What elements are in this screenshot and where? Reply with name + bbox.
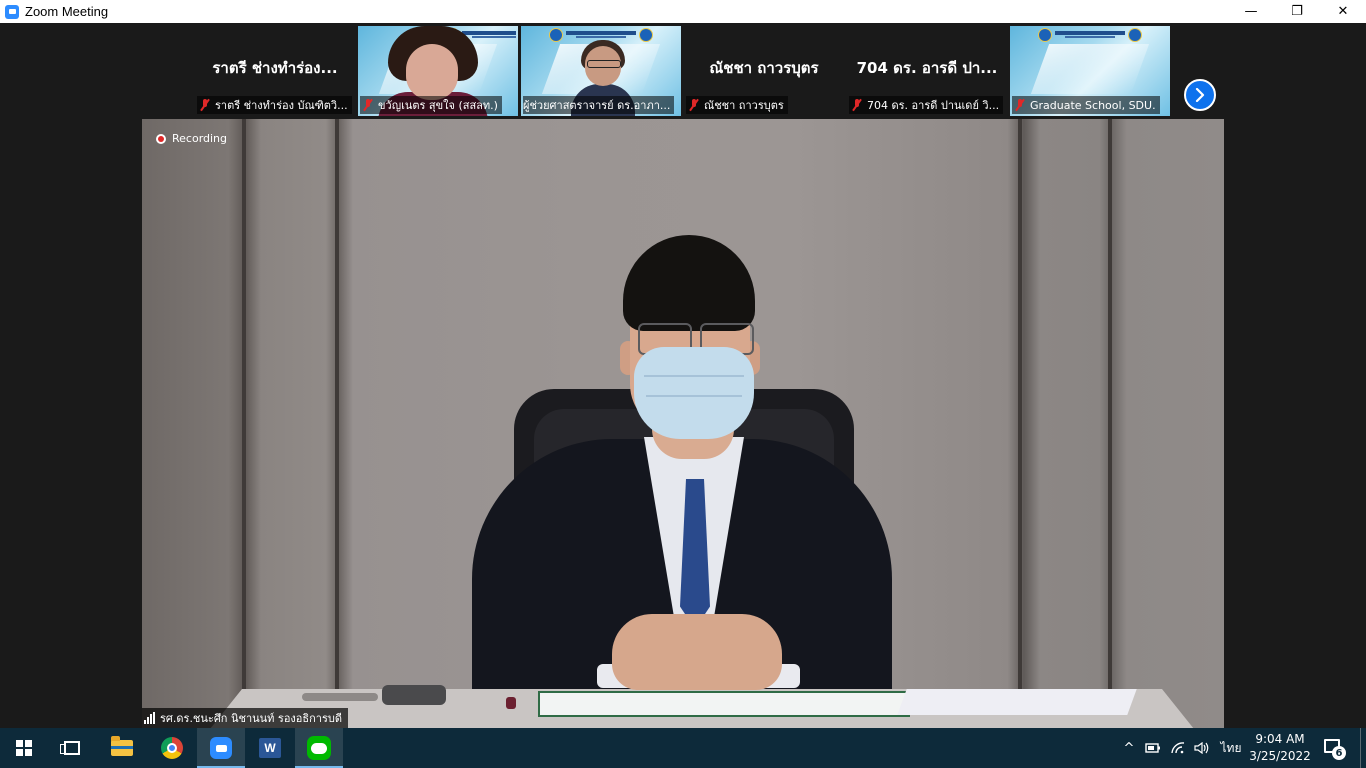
restore-button[interactable]: ❐: [1274, 0, 1320, 23]
participant-tile[interactable]: Graduate School, SDU.: [1010, 26, 1170, 116]
word-button[interactable]: W: [246, 728, 294, 768]
clock-date: 3/25/2022: [1249, 749, 1311, 763]
line-button[interactable]: [295, 728, 343, 768]
wall-panel-seam: [1018, 119, 1022, 689]
participant-tile[interactable]: ขวัญเนตร สุขใจ (สสลท.): [358, 26, 518, 116]
battery-icon[interactable]: [1143, 728, 1163, 768]
window-controls: — ❐ ✕: [1228, 0, 1366, 23]
task-view-icon: [60, 741, 80, 755]
line-app-icon: [307, 736, 331, 760]
zoom-taskbar-button[interactable]: [197, 728, 245, 768]
task-view-button[interactable]: [48, 728, 96, 768]
face-mask: [634, 347, 754, 439]
desk-item: [302, 693, 378, 701]
action-center-button[interactable]: 6: [1322, 736, 1346, 760]
participant-name: Graduate School, SDU.: [1030, 98, 1156, 112]
participant-name: ณัชชา ถาวรบุตร: [704, 99, 784, 112]
mic-muted-icon: [1015, 99, 1025, 111]
notification-count-badge: 6: [1332, 746, 1346, 760]
participant-name-label: ณัชชา ถาวรบุตร: [686, 96, 788, 114]
recording-indicator[interactable]: Recording: [156, 132, 227, 145]
participant-strip: ราตรี ช่างทำร่อง... ราตรี ช่างทำร่อง บัณ…: [0, 23, 1366, 119]
word-icon: W: [259, 738, 281, 758]
input-language-indicator[interactable]: ไทย: [1216, 728, 1246, 768]
show-hidden-icons-button[interactable]: ^: [1120, 728, 1138, 768]
title-bar: Zoom Meeting — ❐ ✕: [0, 0, 1366, 23]
folder-icon: [111, 736, 133, 756]
windows-taskbar: W ^ ไทย 9:04 AM 3/25/2022 6: [0, 728, 1366, 768]
speaker-name-label: รศ.ดร.ชนะศึก นิชานนท์ รองอธิการบดี: [142, 708, 348, 728]
mic-muted-icon: [852, 99, 862, 111]
taskbar-clock[interactable]: 9:04 AM 3/25/2022: [1248, 728, 1312, 768]
chevron-right-icon: [1195, 88, 1205, 102]
speaker-hands: [612, 614, 782, 690]
participant-name: ผู้ช่วยศาสตราจารย์ ดร.อาภา...: [523, 99, 671, 112]
wifi-icon[interactable]: [1168, 728, 1188, 768]
wall-panel-seam: [242, 119, 246, 689]
participant-name-label: ขวัญเนตร สุขใจ (สสลท.): [360, 96, 502, 114]
zoom-icon: [210, 737, 232, 759]
mic-muted-icon: [689, 99, 699, 111]
participant-name: ขวัญเนตร สุขใจ (สสลท.): [378, 99, 498, 112]
participant-name-label: 704 ดร. อารดี ปานเดย์ วิ...: [849, 96, 1004, 114]
participant-tile[interactable]: ผู้ช่วยศาสตราจารย์ ดร.อาภา...: [521, 26, 681, 116]
speaker-name: รศ.ดร.ชนะศึก นิชานนท์ รองอธิการบดี: [160, 712, 342, 725]
participant-name: 704 ดร. อารดี ปานเดย์ วิ...: [867, 99, 1000, 112]
participant-name: ราตรี ช่างทำร่อง บัณฑิตวิ...: [215, 99, 348, 112]
papers-on-desk: [897, 689, 1137, 715]
university-logo-icon: [1032, 28, 1148, 42]
pen-on-desk: [506, 697, 516, 709]
mic-muted-icon: [363, 99, 373, 111]
participant-display-name: ราตรี ช่างทำร่อง...: [212, 59, 338, 77]
wall-panel-seam: [335, 119, 339, 689]
participant-display-name: ณัชชา ถาวรบุตร: [709, 59, 819, 77]
participant-name-label: ราตรี ช่างทำร่อง บัณฑิตวิ...: [197, 96, 352, 114]
recording-label: Recording: [172, 132, 228, 145]
participant-display-name: 704 ดร. อารดี ปา...: [856, 59, 998, 77]
phone-on-desk: [382, 685, 446, 705]
clock-time: 9:04 AM: [1255, 732, 1305, 746]
speaker-hair: [623, 235, 755, 331]
recording-dot-icon: [156, 133, 166, 144]
start-button[interactable]: [0, 728, 48, 768]
participant-name-label: Graduate School, SDU.: [1012, 96, 1160, 114]
wall-panel-seam: [1108, 119, 1112, 689]
participant-tile[interactable]: 704 ดร. อารดี ปา... 704 ดร. อารดี ปานเดย…: [847, 26, 1007, 116]
windows-logo-icon: [16, 740, 32, 756]
window-title: Zoom Meeting: [25, 4, 109, 19]
gallery-next-button[interactable]: [1184, 79, 1216, 111]
participant-name-label: ผู้ช่วยศาสตราจารย์ ดร.อาภา...: [523, 96, 675, 114]
minimize-button[interactable]: —: [1228, 0, 1274, 23]
zoom-app-icon: [5, 4, 19, 19]
show-desktop-button[interactable]: [1360, 728, 1366, 768]
file-explorer-button[interactable]: [98, 728, 146, 768]
document-folder: [538, 691, 910, 717]
volume-icon[interactable]: [1192, 728, 1212, 768]
mic-muted-icon: [200, 99, 210, 111]
signal-strength-icon: [144, 712, 155, 724]
active-speaker-video: Recording รศ.ดร.ชนะศึก นิชานนท์ รองอธิกา…: [142, 119, 1224, 728]
close-button[interactable]: ✕: [1320, 0, 1366, 23]
participant-tile[interactable]: ณัชชา ถาวรบุตร ณัชชา ถาวรบุตร: [684, 26, 844, 116]
participant-tile[interactable]: ราตรี ช่างทำร่อง... ราตรี ช่างทำร่อง บัณ…: [195, 26, 355, 116]
chrome-icon: [161, 737, 183, 759]
chrome-button[interactable]: [148, 728, 196, 768]
